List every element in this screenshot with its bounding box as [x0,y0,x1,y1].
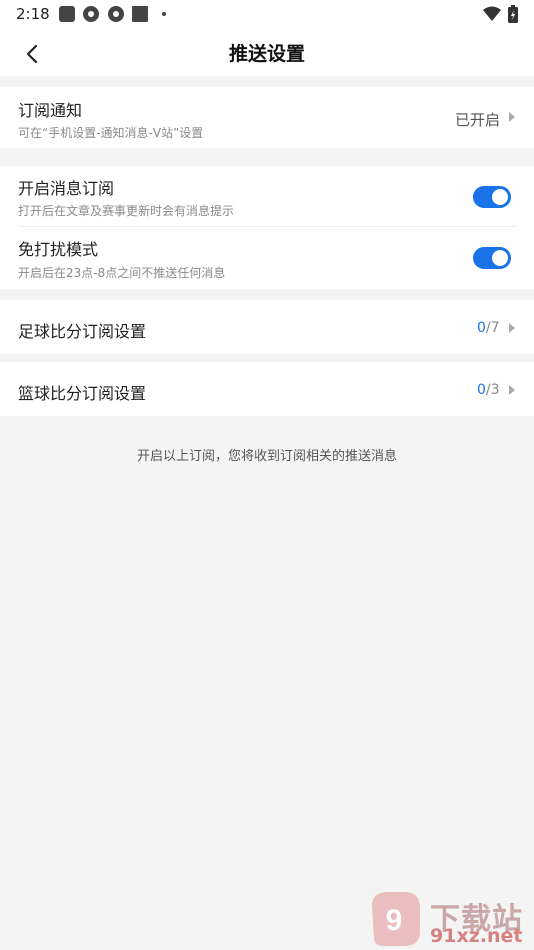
message-subscription-title: 开启消息订阅 [18,179,115,198]
subscription-notification-row[interactable]: 订阅通知 可在“手机设置-通知消息-V站”设置 已开启 [0,87,534,148]
footer-note: 开启以上订阅，您将收到订阅相关的推送消息 [136,449,397,464]
notification-square-icon [132,6,148,22]
notification-aperture-icon [83,6,99,22]
svg-text:9: 9 [386,904,403,937]
more-notifications-dot-icon [162,12,166,16]
toggle-knob [492,250,508,266]
chevron-right-icon [509,385,515,395]
subscription-notification-subtitle: 可在“手机设置-通知消息-V站”设置 [18,126,204,140]
subscription-notification-title: 订阅通知 [18,101,83,120]
dnd-mode-subtitle: 开启后在23点-8点之间不推送任何消息 [18,266,226,280]
watermark-logo-icon: 9 [372,892,420,946]
message-settings-card: 开启消息订阅 打开后在文章及赛事更新时会有消息提示 免打扰模式 开启后在23点-… [0,166,534,289]
football-subscription-title: 足球比分订阅设置 [18,322,147,341]
football-subscription-count: 0/7 [477,320,500,336]
status-bar: 2:18 [0,0,534,30]
dnd-mode-title: 免打扰模式 [18,240,99,259]
battery-icon [508,5,518,23]
notification-app-icon [59,6,75,22]
divider [18,226,516,227]
dnd-mode-toggle[interactable] [473,247,511,269]
chevron-right-icon [509,323,515,333]
basketball-subscription-row[interactable]: 篮球比分订阅设置 0/3 [0,362,534,416]
watermark-url: 91xz.net [430,925,523,947]
chevron-right-icon [509,112,515,122]
status-time: 2:18 [16,5,50,23]
toggle-knob [492,189,508,205]
basketball-subscription-count: 0/3 [477,382,500,398]
basketball-subscription-title: 篮球比分订阅设置 [18,384,147,403]
subscription-status: 已开启 [455,111,501,129]
top-app-bar: 推送设置 [0,30,534,76]
message-subscription-subtitle: 打开后在文章及赛事更新时会有消息提示 [18,204,235,218]
watermark: 9 下载站 91xz.net [360,888,534,950]
football-subscription-row[interactable]: 足球比分订阅设置 0/7 [0,300,534,354]
wifi-icon [483,6,501,21]
message-subscription-toggle[interactable] [473,186,511,208]
page-title: 推送设置 [228,43,305,65]
notification-aperture-icon-2 [108,6,124,22]
